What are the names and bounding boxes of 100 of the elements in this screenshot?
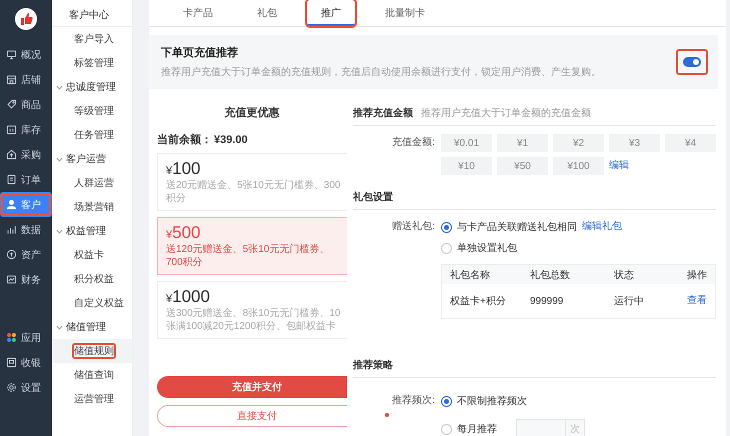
menu-group[interactable]: 储值管理 — [52, 315, 132, 339]
section-title: 推荐策略 — [353, 358, 393, 372]
submenu-label: 积分权益 — [73, 272, 115, 287]
nav-item[interactable]: 数据 — [0, 217, 52, 242]
view-link[interactable]: 查看 — [667, 292, 707, 310]
field-label: 充值金额: — [391, 136, 435, 150]
submenu-label: 客户导入 — [73, 32, 115, 47]
nav-item[interactable]: 库存 — [0, 117, 52, 142]
edit-gift-link[interactable]: 编辑礼包 — [582, 218, 622, 236]
preview-title: 充值更优惠 — [224, 106, 280, 120]
nav-label: 应用 — [21, 332, 41, 344]
submenu-label: 等级管理 — [73, 105, 115, 119]
chevron-icon — [56, 84, 63, 90]
submenu-label: 任务管理 — [73, 129, 115, 143]
tab[interactable]: 推广 — [307, 0, 355, 26]
submenu-label: 标签管理 — [73, 56, 115, 71]
edit-link[interactable]: 编辑 — [609, 157, 660, 175]
menu-group[interactable]: 权益管理 — [52, 219, 132, 243]
submenu-item[interactable]: 储值规则 — [52, 339, 132, 363]
chevron-icon — [56, 324, 63, 330]
nav-label: 商品 — [21, 98, 41, 112]
tab[interactable]: 礼包 — [243, 0, 291, 26]
nav-item[interactable]: 店铺 — [0, 67, 52, 92]
nav-label: 客户 — [21, 198, 41, 212]
submenu-item[interactable]: 积分权益 — [52, 267, 132, 291]
nav-label: 店铺 — [21, 74, 41, 86]
nav-label: 订单 — [21, 174, 41, 186]
nav-label: 资产 — [21, 248, 41, 262]
recharge-pay-button[interactable]: 充值并支付 — [157, 376, 347, 398]
nav-label: 财务 — [21, 274, 41, 286]
nav-label: 设置 — [21, 382, 41, 394]
nav-item[interactable]: 应用 — [0, 325, 52, 350]
submenu-label: 储值规则 — [72, 343, 116, 359]
direct-pay-button[interactable]: 直接支付 — [157, 405, 347, 427]
field-label: 推荐频次: — [392, 394, 435, 408]
person-icon — [6, 199, 17, 210]
submenu-label: 自定义权益 — [73, 296, 125, 311]
submenu-item[interactable]: 等级管理 — [52, 99, 132, 123]
tab[interactable]: 批量制卡 — [371, 0, 439, 26]
tab[interactable]: 卡产品 — [169, 0, 227, 26]
logo-icon — [15, 8, 37, 30]
submenu-item[interactable]: 权益卡 — [52, 243, 132, 267]
recharge-option[interactable]: ¥100 送20元赠送金、5张10元无门槛券、300积分 — [157, 153, 347, 211]
chevron-icon — [56, 156, 63, 162]
option-description: 送120元赠送金、5张10元无门槛券、700积分 — [166, 243, 330, 269]
radio-button[interactable] — [441, 396, 452, 406]
submenu-title: 客户中心 — [52, 0, 132, 27]
option-amount: ¥500 — [166, 223, 202, 243]
column-header: 状态 — [614, 268, 635, 282]
tag-icon — [6, 99, 17, 110]
table-cell-text: 999999 — [530, 296, 564, 306]
nav-label: 采购 — [21, 148, 41, 162]
balance-label: 当前余额： — [157, 132, 212, 147]
nav-item[interactable]: 财务 — [0, 267, 52, 292]
monitor-icon — [6, 49, 17, 60]
line-chart-icon — [6, 274, 17, 285]
table-cell-text: 运行中 — [614, 294, 645, 308]
promo-description: 推荐用户充值大于订单金额的充值规则，充值后自动使用余额进行支付，锁定用户消费、产生复购。 — [161, 66, 602, 79]
toggle-switch[interactable] — [683, 57, 701, 67]
radio-label: 单独设置礼包 — [457, 242, 517, 255]
nav-item[interactable]: 采购 — [0, 142, 52, 167]
submenu-item[interactable]: 人群运营 — [52, 171, 132, 195]
nav-item[interactable]: 概况 — [0, 42, 52, 67]
menu-group[interactable]: 忠诚度管理 — [52, 75, 132, 99]
nav-label: 概况 — [21, 48, 41, 62]
nav-item[interactable]: 客户 — [0, 192, 52, 217]
nav-item[interactable]: 订单 — [0, 167, 52, 192]
nav-item[interactable]: 设置 — [0, 375, 52, 400]
submenu-item[interactable]: 场景营销 — [52, 195, 132, 219]
radio-button[interactable] — [441, 222, 452, 232]
submenu-item[interactable]: 自定义权益 — [52, 291, 132, 315]
nav-label: 库存 — [21, 124, 41, 136]
recharge-option[interactable]: ¥1000 送300元赠送金、8张10元无门槛券、10张满100减20元1200积分、包邮权益卡 — [157, 281, 347, 339]
bar-chart-icon — [6, 224, 17, 235]
apps-icon — [6, 332, 17, 343]
submenu-item[interactable]: 任务管理 — [52, 123, 132, 147]
chevron-icon — [56, 228, 63, 234]
house-icon — [6, 149, 17, 160]
menu-group[interactable]: 客户运营 — [52, 147, 132, 171]
nav-item[interactable]: 收银 — [0, 350, 52, 375]
submenu-item[interactable]: 标签管理 — [52, 51, 132, 75]
submenu-label: 人群运营 — [73, 176, 115, 191]
submenu-item[interactable]: 客户导入 — [52, 27, 132, 51]
recharge-option[interactable]: ¥500 送120元赠送金、5张10元无门槛券、700积分 — [157, 217, 347, 275]
section-title: 推荐充值金额 — [353, 106, 413, 120]
submenu-item[interactable]: 储值查询 — [52, 363, 132, 387]
group-label: 储值管理 — [66, 320, 106, 334]
submenu-label: 储值查询 — [73, 368, 115, 383]
option-amount: ¥100 — [166, 159, 202, 179]
group-label: 客户运营 — [66, 152, 106, 166]
column-header: 操作 — [686, 268, 707, 282]
submenu-label: 运营管理 — [73, 392, 115, 407]
group-label: 忠诚度管理 — [66, 80, 116, 94]
radio-label: 与卡产品关联赠送礼包相同 — [457, 220, 577, 234]
submenu-item[interactable]: 运营管理 — [52, 387, 132, 411]
submenu-label: 场景营销 — [73, 200, 115, 215]
nav-item[interactable]: 资产 — [0, 242, 52, 267]
nav-item[interactable]: 商品 — [0, 92, 52, 117]
radio-label: 不限制推荐频次 — [457, 394, 527, 408]
nav-label: 收银 — [21, 356, 41, 370]
